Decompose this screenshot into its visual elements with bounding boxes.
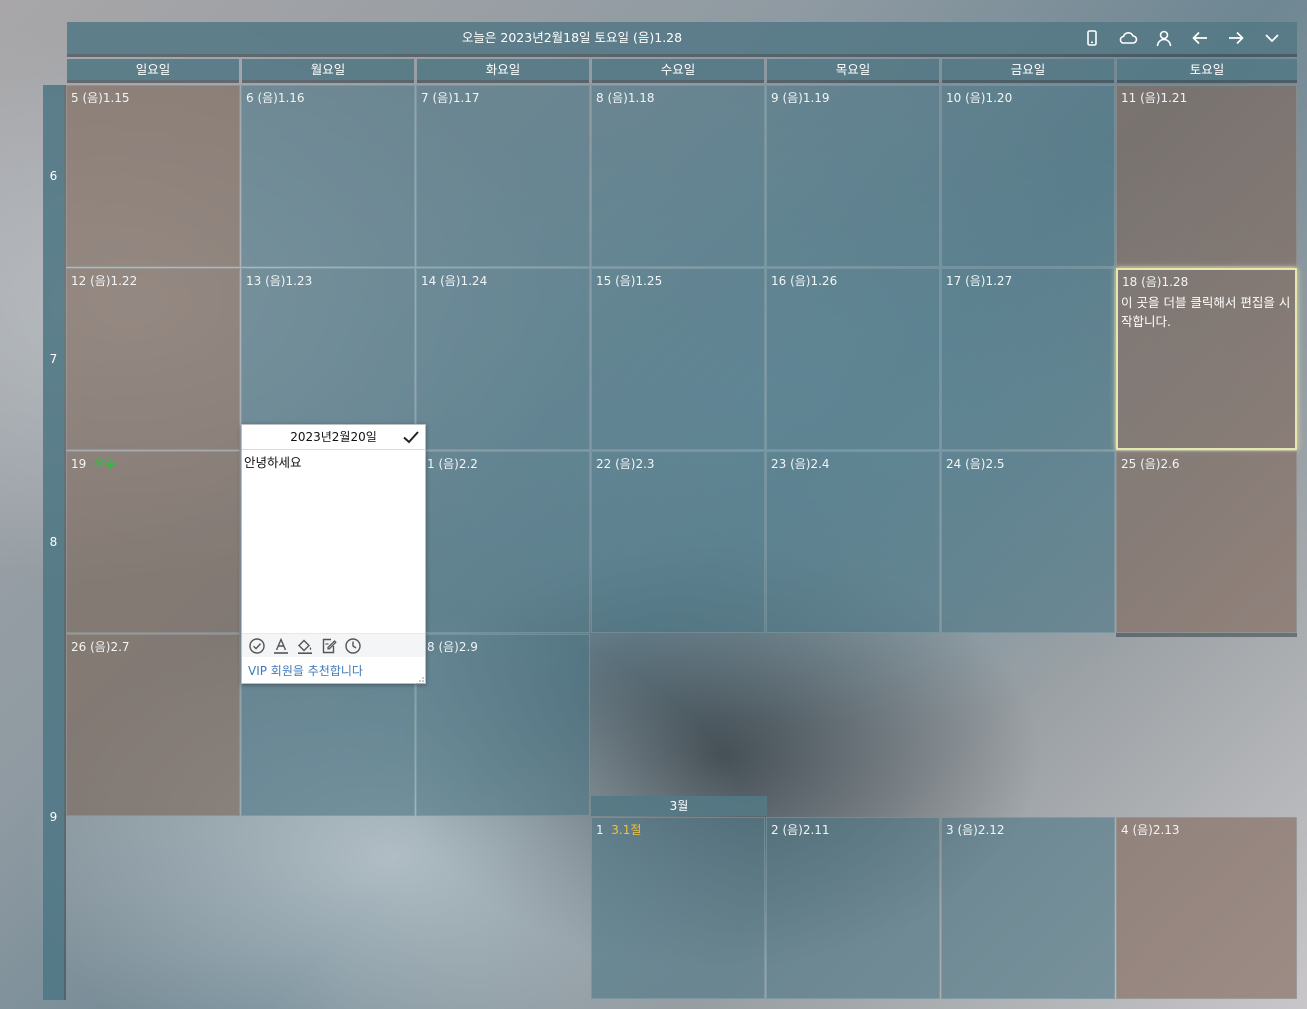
day-label: 7 (음)1.17 (421, 91, 480, 105)
resize-grip-icon[interactable] (416, 674, 424, 685)
day-cell[interactable]: 19 우수 (66, 451, 240, 633)
holiday-label: 3.1절 (611, 823, 642, 837)
day-cell[interactable]: 16 (음)1.26 (766, 268, 940, 450)
day-label: 13 (음)1.23 (246, 274, 313, 288)
fill-color-icon[interactable] (295, 636, 315, 656)
arrow-right-icon[interactable] (1221, 23, 1251, 53)
memo-toolbar (242, 633, 425, 657)
day-cell[interactable]: 8 (음)2.9 (416, 634, 590, 816)
day-cell[interactable]: 1 3.1절 (591, 817, 765, 999)
day-label: 3 (음)2.12 (946, 823, 1005, 837)
day-cell[interactable]: 14 (음)1.24 (416, 268, 590, 450)
day-cell[interactable]: 7 (음)1.17 (416, 85, 590, 267)
weekday-header-sat: 토요일 (1117, 59, 1297, 80)
day-cell[interactable]: 1 (음)2.2 (416, 451, 590, 633)
memo-popup-header: 2023년2월20일 (242, 425, 425, 450)
memo-popup: 2023년2월20일 VIP 회원을 추천합니다 (241, 424, 426, 685)
solar-term-label: 우수 (93, 457, 117, 471)
day-label: 11 (음)1.21 (1121, 91, 1188, 105)
day-cell[interactable]: 13 (음)1.23 (241, 268, 415, 450)
day-cell[interactable]: 8 (음)1.18 (591, 85, 765, 267)
today-cell[interactable]: 18 (음)1.28 이 곳을 더블 클릭해서 편집을 시작합니다. (1116, 268, 1297, 450)
weekday-header-fri: 금요일 (942, 59, 1114, 80)
day-cell[interactable]: 17 (음)1.27 (941, 268, 1115, 450)
day-cell[interactable]: 11 (음)1.21 (1116, 85, 1297, 267)
week-number-column: 6 7 8 9 (43, 85, 64, 1000)
cloud-icon[interactable] (1113, 23, 1143, 53)
day-cell[interactable]: 15 (음)1.25 (591, 268, 765, 450)
weekday-header-thu: 목요일 (767, 59, 939, 80)
day-label: 24 (음)2.5 (946, 457, 1005, 471)
day-cell[interactable]: 2 (음)2.11 (766, 817, 940, 999)
day-label: 16 (음)1.26 (771, 274, 838, 288)
calendar-header: 오늘은 2023년2월18일 토요일 (음)1.28 (67, 22, 1297, 54)
day-label: 18 (음)1.28 (1122, 275, 1189, 289)
weekday-header-mon: 월요일 (242, 59, 414, 80)
day-cell[interactable]: 22 (음)2.3 (591, 451, 765, 633)
week-number: 7 (49, 352, 58, 366)
day-label: 1 (음)2.2 (427, 457, 478, 471)
day-label: 2 (음)2.11 (771, 823, 830, 837)
day-label: 17 (음)1.27 (946, 274, 1013, 288)
day-label: 1 3.1절 (596, 823, 642, 837)
week-number: 9 (49, 810, 58, 824)
day-label: 22 (음)2.3 (596, 457, 655, 471)
next-month-label: 3월 (591, 796, 767, 816)
arrow-left-icon[interactable] (1185, 23, 1215, 53)
today-note: 이 곳을 더블 클릭해서 편집을 시작합니다. (1121, 295, 1291, 329)
today-text: 오늘은 2023년2월18일 토요일 (음)1.28 (461, 30, 683, 45)
chevron-down-icon[interactable] (1257, 23, 1287, 53)
day-cell[interactable]: 10 (음)1.20 (941, 85, 1115, 267)
day-cell[interactable]: 5 (음)1.15 (66, 85, 240, 267)
text-color-icon[interactable] (271, 636, 291, 656)
day-cell[interactable]: 26 (음)2.7 (66, 634, 240, 816)
weekday-header-sun: 일요일 (67, 59, 239, 80)
weekday-header-tue: 화요일 (417, 59, 589, 80)
day-cell[interactable]: 12 (음)1.22 (66, 268, 240, 450)
phone-icon[interactable] (1077, 23, 1107, 53)
day-label: 8 (음)1.18 (596, 91, 655, 105)
clock-icon[interactable] (343, 636, 363, 656)
day-label: 15 (음)1.25 (596, 274, 663, 288)
header-toolbar (1077, 22, 1287, 54)
day-cell[interactable]: 3 (음)2.12 (941, 817, 1115, 999)
day-cell[interactable]: 9 (음)1.19 (766, 85, 940, 267)
day-label: 8 (음)2.9 (427, 640, 478, 654)
day-label: 6 (음)1.16 (246, 91, 305, 105)
week-number: 6 (49, 169, 58, 183)
day-label: 19 우수 (71, 457, 117, 471)
day-label: 12 (음)1.22 (71, 274, 138, 288)
day-cell[interactable]: 24 (음)2.5 (941, 451, 1115, 633)
day-label: 9 (음)1.19 (771, 91, 830, 105)
day-label: 26 (음)2.7 (71, 640, 130, 654)
memo-text-input[interactable] (244, 452, 423, 630)
day-cell[interactable]: 25 (음)2.6 (1116, 451, 1297, 633)
day-label: 4 (음)2.13 (1121, 823, 1180, 837)
memo-date-title: 2023년2월20일 (290, 430, 377, 444)
week-number: 8 (49, 535, 58, 549)
day-cell[interactable]: 23 (음)2.4 (766, 451, 940, 633)
edit-note-icon[interactable] (319, 636, 339, 656)
check-circle-icon[interactable] (247, 636, 267, 656)
checkmark-icon[interactable] (401, 427, 421, 447)
day-label: 5 (음)1.15 (71, 91, 130, 105)
day-label: 10 (음)1.20 (946, 91, 1013, 105)
day-label: 23 (음)2.4 (771, 457, 830, 471)
day-cell[interactable]: 4 (음)2.13 (1116, 817, 1297, 999)
person-icon[interactable] (1149, 23, 1179, 53)
day-label: 25 (음)2.6 (1121, 457, 1180, 471)
vip-recommend-link[interactable]: VIP 회원을 추천합니다 (248, 662, 363, 679)
day-label: 14 (음)1.24 (421, 274, 488, 288)
day-cell[interactable]: 6 (음)1.16 (241, 85, 415, 267)
weekday-header-wed: 수요일 (592, 59, 764, 80)
